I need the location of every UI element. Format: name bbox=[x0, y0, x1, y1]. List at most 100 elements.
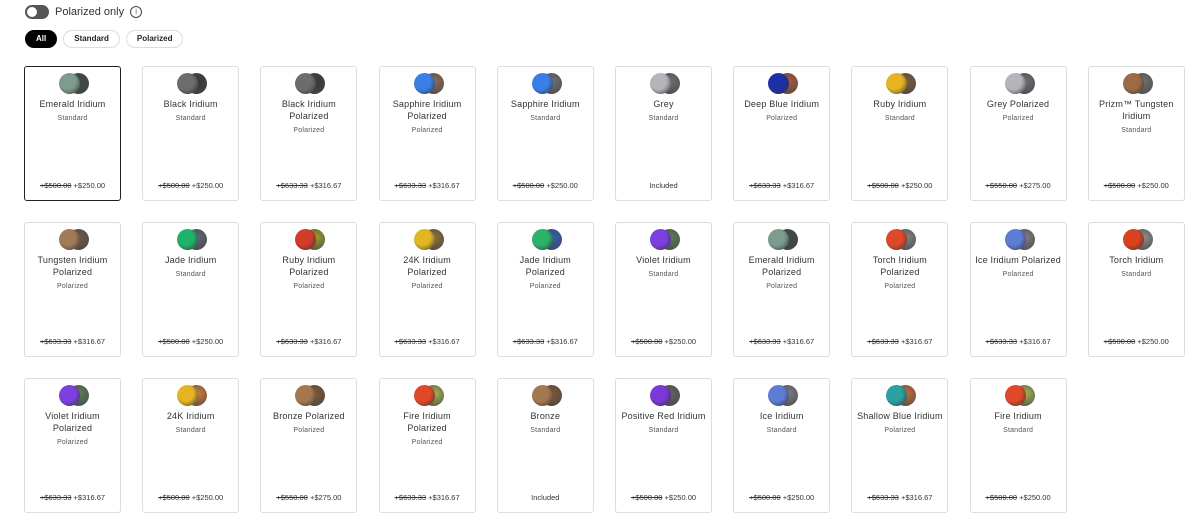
lens-card[interactable]: Emerald Iridium Standard +$500.00 +$250.00 bbox=[24, 66, 121, 201]
lens-card[interactable]: Sapphire Iridium Polarized Polarized +$633… bbox=[378, 66, 476, 201]
lens-card[interactable]: Fire Iridium Polarized Polarized +$633.33 … bbox=[378, 377, 476, 513]
lens-text: Black Iridium Polarized Polarized bbox=[265, 98, 352, 134]
lens-text: Torch Iridium Polarized Polarized bbox=[856, 254, 943, 290]
lens-card[interactable]: Emerald Iridium Polarized Polarized +$633.… bbox=[733, 221, 831, 357]
lens-price: +$633.33 +$316.67 bbox=[380, 181, 475, 190]
lens-card[interactable]: Tungsten Iridium Polarized Polarized +$633… bbox=[24, 221, 121, 357]
original-price: +$633.33 bbox=[512, 336, 545, 346]
sale-price: Included bbox=[531, 492, 560, 502]
lens-type: Standard bbox=[1121, 127, 1152, 134]
lens-type: Polarized bbox=[293, 426, 325, 434]
lens-swatch-icon bbox=[1122, 228, 1153, 251]
lens-price: Included bbox=[498, 493, 593, 502]
lens-swatch-icon bbox=[59, 73, 89, 95]
lens-card[interactable]: Deep Blue Iridium Polarized +$633.33 +$316… bbox=[733, 66, 831, 201]
sale-price: +$250.00 bbox=[1019, 492, 1051, 502]
lens-card[interactable]: Bronze Polarized Polarized +$550.00 +$275.… bbox=[260, 377, 358, 513]
lens-card[interactable]: Grey Polarized Polarized +$550.00 +$275.00 bbox=[969, 66, 1067, 201]
lens-price: +$633.33 +$316.67 bbox=[261, 337, 356, 346]
lens-text: Sapphire Iridium Standard bbox=[502, 98, 589, 122]
original-price: +$500.00 bbox=[158, 181, 190, 190]
sale-price: +$250.00 bbox=[664, 336, 697, 346]
lens-card[interactable]: Black Iridium Polarized Polarized +$633.33… bbox=[260, 66, 358, 201]
lens-name: Sapphire Iridium Polarized bbox=[392, 99, 462, 121]
lens-swatch-icon bbox=[59, 384, 89, 407]
lens-card[interactable]: Shallow Blue Iridium Polarized +$633.33 +$… bbox=[851, 377, 949, 513]
lens-card[interactable]: Jade Iridium Standard +$500.00 +$250.00 bbox=[142, 221, 240, 357]
lens-swatch-icon bbox=[295, 73, 326, 95]
lens-card[interactable]: Ice Iridium Polarized Polarized +$633.33 +… bbox=[969, 221, 1067, 357]
lens-text: Jade Iridium Polarized Polarized bbox=[502, 254, 589, 290]
original-price: +$500.00 bbox=[158, 336, 190, 346]
lens-type: Polarized bbox=[411, 127, 443, 134]
sale-price: +$316.67 bbox=[546, 336, 578, 346]
lens-card[interactable]: Prizm™ Tungsten Iridium Standard +$500.00 … bbox=[1087, 66, 1185, 201]
lens-card[interactable]: Bronze Standard Included bbox=[496, 377, 594, 513]
lens-card[interactable]: Fire Iridium Standard +$500.00 +$250.00 bbox=[969, 377, 1067, 513]
original-price: +$633.33 bbox=[394, 336, 427, 346]
lens-swatch-icon bbox=[1004, 228, 1035, 251]
lens-text: Prizm™ Tungsten Iridium Standard bbox=[1093, 98, 1180, 134]
lens-name: Sapphire Iridium bbox=[510, 99, 580, 109]
lens-text: 24K Iridium Standard bbox=[147, 410, 234, 434]
lens-text: Bronze Polarized Polarized bbox=[265, 410, 352, 434]
lens-text: Emerald Iridium Standard bbox=[29, 98, 116, 122]
lens-card[interactable]: Jade Iridium Polarized Polarized +$633.33 … bbox=[496, 221, 594, 357]
lens-swatch-icon bbox=[177, 384, 208, 407]
lens-card[interactable]: Sapphire Iridium Standard +$500.00 +$250.0… bbox=[496, 66, 594, 201]
lens-name: Ice Iridium Polarized bbox=[975, 254, 1061, 265]
lens-price: +$633.33 +$316.67 bbox=[498, 337, 593, 346]
lens-text: Fire Iridium Polarized Polarized bbox=[384, 410, 471, 446]
lens-text: Ice Iridium Standard bbox=[738, 410, 825, 434]
lens-swatch-icon bbox=[413, 228, 444, 251]
lens-type: Standard bbox=[884, 115, 915, 122]
filter-all[interactable]: All bbox=[25, 30, 58, 48]
lens-type: Polarized bbox=[293, 127, 325, 134]
original-price: +$500.00 bbox=[512, 181, 545, 190]
sale-price: +$316.67 bbox=[73, 492, 106, 502]
lens-text: Black Iridium Standard bbox=[147, 98, 234, 122]
lens-type: Standard bbox=[648, 426, 679, 434]
lens-swatch-icon bbox=[1004, 384, 1035, 407]
lens-text: 24K Iridium Polarized Polarized bbox=[384, 254, 471, 290]
lens-card[interactable]: Grey Standard Included bbox=[615, 66, 712, 201]
lens-price: +$500.00 +$250.00 bbox=[1089, 181, 1184, 190]
lens-card[interactable]: Ruby Iridium Polarized Polarized +$633.33 … bbox=[260, 221, 358, 357]
lens-swatch-icon bbox=[886, 73, 917, 95]
lens-text: Ruby Iridium Standard bbox=[856, 98, 943, 122]
lens-card[interactable]: Ice Iridium Standard +$500.00 +$250.00 bbox=[733, 377, 831, 513]
polarized-only-toggle[interactable] bbox=[25, 5, 49, 19]
sale-price: +$250.00 bbox=[191, 336, 224, 346]
lens-type: Standard bbox=[648, 115, 679, 122]
lens-text: Deep Blue Iridium Polarized bbox=[738, 98, 825, 122]
lens-name: Jade Iridium Polarized bbox=[519, 254, 571, 277]
lens-swatch-icon bbox=[295, 228, 326, 251]
info-icon[interactable]: i bbox=[130, 6, 143, 18]
lens-card[interactable]: Torch Iridium Polarized Polarized +$633.33… bbox=[851, 221, 949, 357]
lens-card[interactable]: 24K Iridium Polarized Polarized +$633.33 +… bbox=[378, 221, 476, 357]
filter-standard[interactable]: Standard bbox=[63, 30, 120, 48]
sale-price: +$316.67 bbox=[900, 492, 933, 502]
lens-type: Standard bbox=[175, 270, 206, 278]
lens-type: Polarized bbox=[529, 282, 561, 290]
lens-card[interactable]: Violet Iridium Polarized Polarized +$633.3… bbox=[24, 377, 121, 513]
polarized-only-label: Polarized only bbox=[55, 6, 125, 18]
lens-swatch-icon bbox=[59, 228, 89, 251]
lens-text: Bronze Standard bbox=[502, 410, 589, 434]
original-price: +$633.33 bbox=[276, 336, 308, 346]
lens-card[interactable]: Violet Iridium Standard +$500.00 +$250.00 bbox=[615, 221, 712, 357]
lens-card[interactable]: 24K Iridium Standard +$500.00 +$250.00 bbox=[142, 377, 240, 513]
lens-name: Shallow Blue Iridium bbox=[857, 410, 943, 421]
lens-type: Standard bbox=[57, 115, 88, 122]
lens-card[interactable]: Torch Iridium Standard +$500.00 +$250.00 bbox=[1087, 221, 1185, 357]
sale-price: +$316.67 bbox=[782, 181, 815, 190]
lens-type: Polarized bbox=[57, 438, 88, 446]
lens-card[interactable]: Positive Red Iridium Standard +$500.00 +$2… bbox=[615, 377, 712, 513]
lens-name: Ruby Iridium Polarized bbox=[282, 254, 336, 277]
lens-price: +$500.00 +$250.00 bbox=[852, 181, 947, 190]
original-price: +$500.00 bbox=[867, 181, 899, 190]
sale-price: +$275.00 bbox=[1019, 181, 1051, 190]
filter-polarized[interactable]: Polarized bbox=[125, 30, 184, 48]
lens-card[interactable]: Black Iridium Standard +$500.00 +$250.00 bbox=[142, 66, 240, 201]
lens-card[interactable]: Ruby Iridium Standard +$500.00 +$250.00 bbox=[851, 66, 949, 201]
